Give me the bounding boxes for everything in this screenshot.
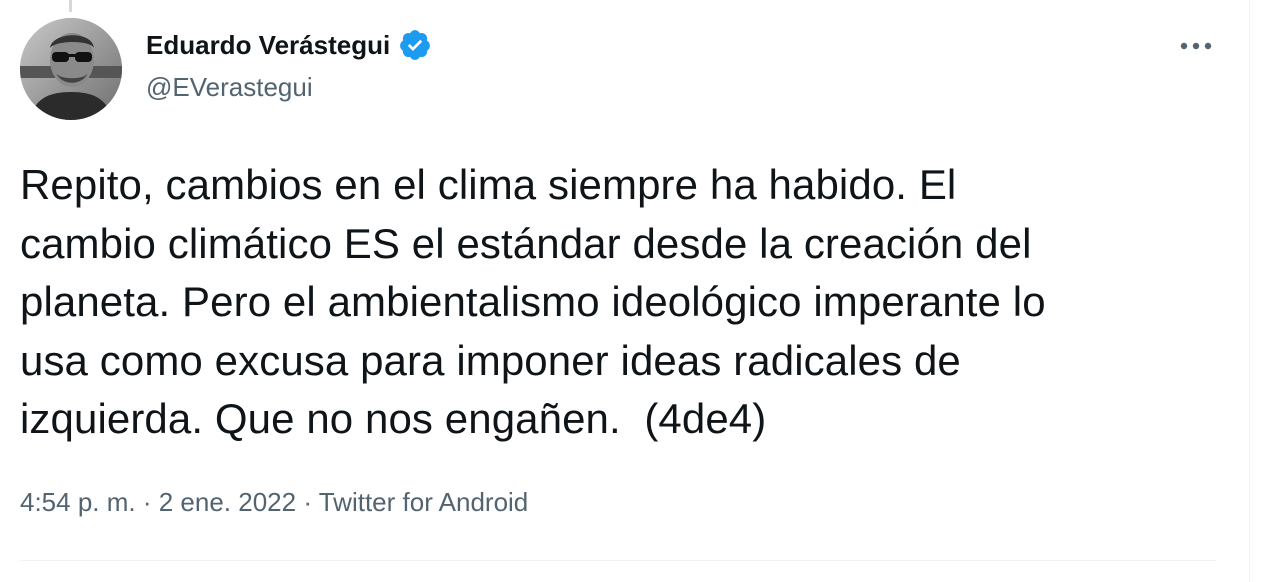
thread-connector-line xyxy=(69,0,72,12)
tweet-timestamp-time[interactable]: 4:54 p. m. xyxy=(20,487,136,517)
tweet-source-link[interactable]: Twitter for Android xyxy=(319,487,529,517)
tweet-timestamp-date[interactable]: 2 ene. 2022 xyxy=(159,487,296,517)
tweet-detail: Eduardo Verástegui @EVerastegui Repito, … xyxy=(0,0,1250,582)
avatar-photo xyxy=(20,18,122,120)
avatar[interactable] xyxy=(20,18,122,120)
verified-badge-icon xyxy=(398,28,432,62)
tweet-metadata: 4:54 p. m. · 2 ene. 2022 · Twitter for A… xyxy=(20,484,528,520)
author-name-row: Eduardo Verástegui xyxy=(146,28,432,62)
author-display-name[interactable]: Eduardo Verástegui xyxy=(146,28,390,62)
meta-separator: · xyxy=(296,487,319,517)
more-horizontal-icon xyxy=(1180,42,1212,50)
divider xyxy=(20,560,1216,561)
author-handle[interactable]: @EVerastegui xyxy=(146,70,313,104)
meta-separator: · xyxy=(135,487,159,517)
tweet-text: Repito, cambios en el clima siempre ha h… xyxy=(20,161,1046,442)
more-options-button[interactable] xyxy=(1170,26,1222,66)
